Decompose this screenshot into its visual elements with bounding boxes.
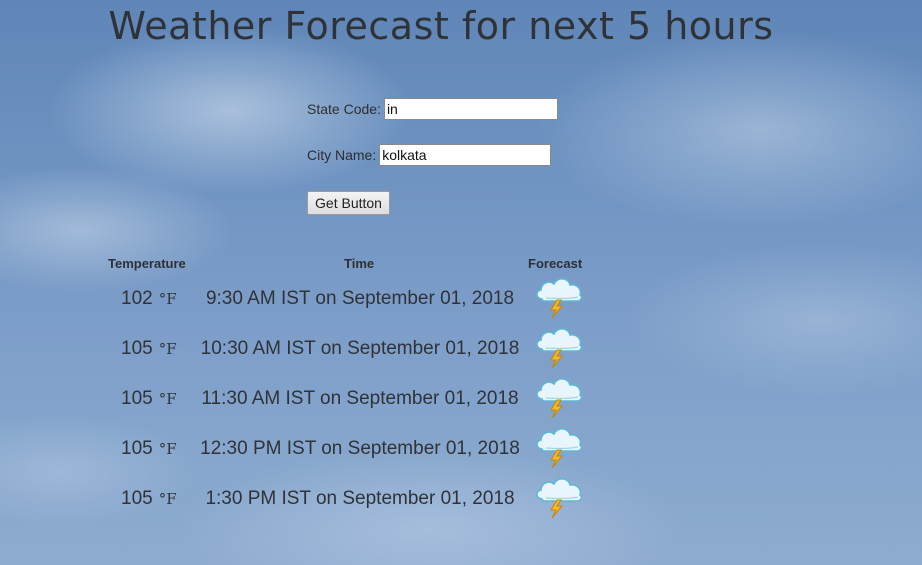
get-button[interactable]: Get Button	[307, 191, 390, 215]
temperature-header: Temperature	[108, 256, 186, 271]
temperature-unit: °F	[158, 290, 177, 308]
time-cell: 12:30 PM IST on September 01, 2018	[200, 438, 520, 459]
temperature-value: 105	[121, 488, 153, 509]
temperature-unit: °F	[158, 340, 177, 358]
temperature-value: 105	[121, 338, 153, 359]
temperature-cell: 105 °F	[121, 438, 177, 460]
forecast-row: 105 °F 11:30 AM IST on September 01, 2018	[0, 378, 922, 438]
state-code-row: State Code:	[307, 98, 558, 120]
temperature-unit: °F	[158, 490, 177, 508]
temperature-value: 105	[121, 438, 153, 459]
state-code-input[interactable]	[383, 98, 558, 120]
temperature-cell: 105 °F	[121, 338, 177, 360]
temperature-cell: 102 °F	[121, 288, 177, 310]
forecast-row: 105 °F 10:30 AM IST on September 01, 2018	[0, 328, 922, 388]
thunderstorm-icon	[536, 378, 583, 418]
city-name-input[interactable]	[379, 144, 552, 166]
temperature-unit: °F	[158, 390, 177, 408]
temperature-cell: 105 °F	[121, 388, 177, 410]
city-name-row: City Name:	[307, 144, 552, 166]
thunderstorm-icon	[536, 478, 583, 518]
temperature-unit: °F	[158, 440, 177, 458]
forecast-row: 105 °F 1:30 PM IST on September 01, 2018	[0, 478, 922, 538]
time-cell: 1:30 PM IST on September 01, 2018	[205, 488, 515, 509]
time-cell: 10:30 AM IST on September 01, 2018	[200, 338, 520, 359]
state-code-label: State Code:	[307, 101, 381, 117]
temperature-cell: 105 °F	[121, 488, 177, 510]
temperature-value: 105	[121, 388, 153, 409]
forecast-header: Forecast	[528, 256, 583, 271]
page-title: Weather Forecast for next 5 hours	[108, 4, 774, 48]
temperature-value: 102	[121, 288, 153, 309]
time-cell: 11:30 AM IST on September 01, 2018	[201, 388, 519, 409]
thunderstorm-icon	[536, 278, 583, 318]
forecast-row: 105 °F 12:30 PM IST on September 01, 2018	[0, 428, 922, 488]
time-header: Time	[344, 256, 375, 271]
thunderstorm-icon	[536, 328, 583, 368]
thunderstorm-icon	[536, 428, 583, 468]
city-name-label: City Name:	[307, 147, 377, 163]
forecast-row: 102 °F 9:30 AM IST on September 01, 2018	[0, 278, 922, 338]
time-cell: 9:30 AM IST on September 01, 2018	[205, 288, 515, 309]
